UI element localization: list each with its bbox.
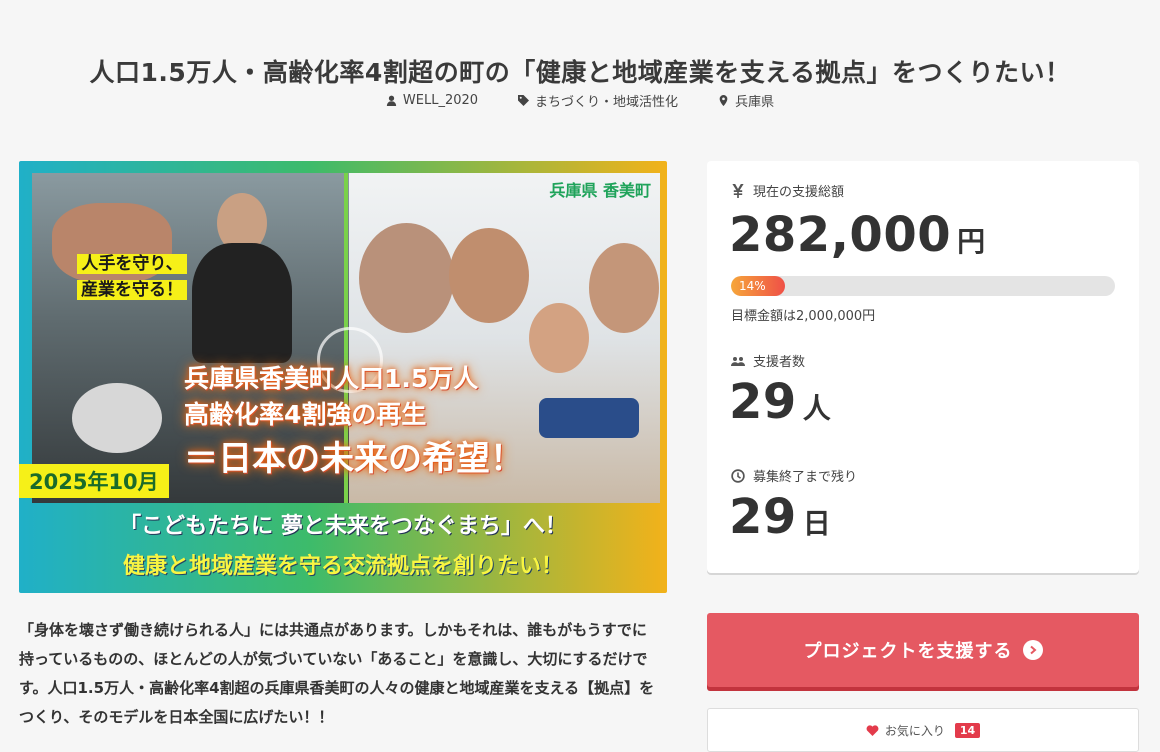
remaining-count-row: 29 日: [729, 489, 831, 545]
backers-label-row: 支援者数: [731, 351, 805, 370]
users-icon: [731, 356, 745, 366]
hero-band-line-1: 「こどもたちに 夢と未来をつなぐまち」へ！: [119, 514, 567, 539]
map-pin-icon: [719, 95, 728, 106]
owner-link[interactable]: WELL_2020: [386, 91, 478, 110]
hero-band: 「こどもたちに 夢と未来をつなぐまち」へ！ 健康と地域産業を守る交流拠点を創りた…: [19, 507, 667, 587]
user-icon: [386, 95, 397, 106]
clock-icon: [731, 468, 745, 483]
favorite-count-badge: 14: [954, 722, 981, 738]
hero-date-badge: 2025年10月: [19, 464, 169, 498]
remaining-label: 募集終了まで残り: [753, 470, 858, 485]
support-button-label: プロジェクトを支援する: [803, 641, 1013, 662]
hero-tag-line-2: 産業を守る！: [77, 280, 187, 300]
funding-amount-row: 282,000 円: [729, 207, 985, 263]
hero-headline-line-1: 兵庫県香美町人口1.5万人: [184, 364, 479, 393]
funding-progress-fill: 14%: [731, 276, 785, 296]
backers-count-row: 29 人: [729, 374, 831, 430]
hero-headline-line-2: 高齢化率4割強の再生: [184, 400, 427, 429]
heart-icon: [866, 724, 879, 736]
yen-icon: [732, 183, 744, 198]
location-name: 兵庫県: [735, 95, 775, 110]
remaining-label-row: 募集終了まで残り: [731, 466, 857, 485]
hero-headline-line-3: ＝日本の未来の希望！: [184, 439, 524, 479]
remaining-unit: 日: [802, 507, 831, 540]
support-project-button[interactable]: プロジェクトを支援する: [707, 613, 1139, 687]
goal-amount: 目標金額は2,000,000円: [731, 309, 876, 324]
backers-unit: 人: [802, 392, 831, 425]
hero-prefecture-label: 兵庫県 香美町: [549, 181, 651, 200]
hero-tagline: 人手を守り、 産業を守る！: [67, 251, 197, 303]
funding-progress-bar: 14%: [731, 276, 1115, 296]
project-meta: WELL_2020 まちづくり・地域活性化 兵庫県: [0, 91, 1160, 110]
arrow-circle-right-icon: [1022, 640, 1043, 660]
hero-tag-line-1: 人手を守り、: [77, 254, 187, 274]
hero-band-line-2: 健康と地域産業を守る交流拠点を創りたい！: [122, 554, 563, 579]
project-description: 「身体を壊さず働き続けられる人」には共通点があります。しかもそれは、誰もがもうす…: [19, 621, 655, 726]
backers-label: 支援者数: [753, 355, 806, 370]
funding-label-row: 現在の支援総額: [731, 181, 844, 200]
funding-stats-card: 現在の支援総額 282,000 円 14% 目標金額は2,000,000円 支援者…: [707, 161, 1139, 573]
funding-unit: 円: [957, 225, 986, 258]
favorite-button[interactable]: お気に入り 14: [707, 708, 1139, 752]
favorite-label: お気に入り: [884, 723, 945, 738]
category-link[interactable]: まちづくり・地域活性化: [518, 91, 678, 110]
owner-name: WELL_2020: [402, 93, 479, 108]
category-name: まちづくり・地域活性化: [535, 95, 679, 110]
funding-label: 現在の支援総額: [753, 185, 845, 200]
hero-headline: 兵庫県香美町人口1.5万人 高齢化率4割強の再生 ＝日本の未来の希望！: [184, 361, 544, 485]
backers-count: 29: [729, 374, 797, 430]
funding-amount: 282,000: [729, 207, 952, 263]
tag-icon: [518, 95, 530, 106]
project-main-image[interactable]: 兵庫県 香美町 人手を守り、 産業を守る！ 兵庫県香美町人口1.5万人 高齢化率…: [19, 161, 667, 593]
location-link[interactable]: 兵庫県: [718, 91, 774, 110]
project-title: 人口1.5万人・高齢化率4割超の町の「健康と地域産業を支える拠点」をつくりたい！: [89, 57, 1071, 87]
remaining-count: 29: [729, 489, 797, 545]
